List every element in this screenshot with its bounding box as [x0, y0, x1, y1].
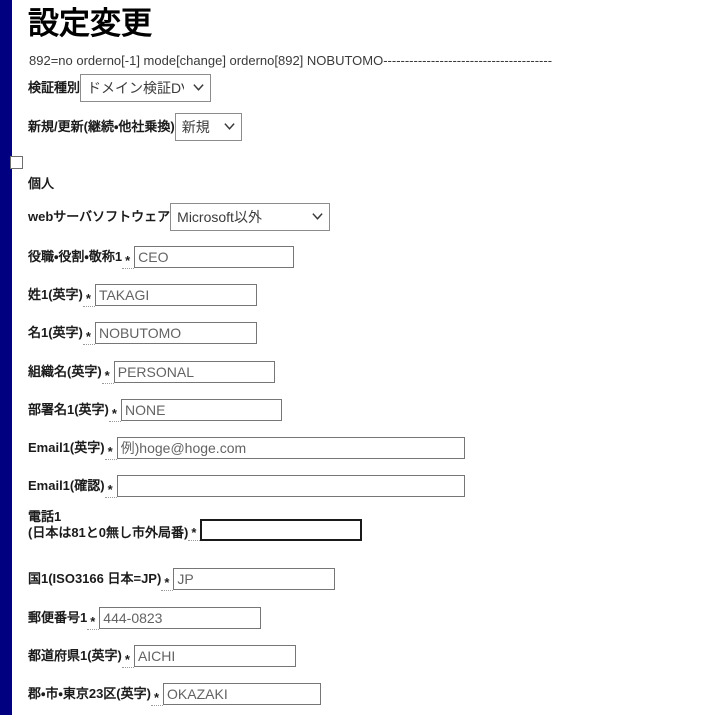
form-field-row: Email1(確認) *	[28, 474, 465, 498]
form-field-row: 郵便番号1 *	[28, 606, 262, 630]
field-label: 役職・役割・敬称1	[28, 249, 123, 264]
personal-label: 個人	[28, 176, 55, 191]
select-wrapper: 新規更新他社乗換	[174, 113, 242, 141]
form-field-row: 名1(英字) *	[28, 321, 257, 345]
required-marker: *	[121, 652, 134, 668]
text-input[interactable]	[94, 322, 257, 344]
select-wrapper: Microsoft以外Microsoft IIS	[170, 203, 331, 231]
field-label: 電話1 (日本は81と0無し市外局番)	[28, 509, 189, 540]
select-input[interactable]: ドメイン検証DV企業実在認証OVEV認証	[80, 74, 212, 102]
text-input[interactable]	[113, 361, 275, 383]
field-label: 国1(ISO3166 日本=JP)	[28, 571, 162, 586]
required-marker: *	[122, 253, 135, 269]
required-marker: *	[101, 368, 114, 384]
field-label: 都道府県1(英字)	[28, 648, 122, 663]
text-input[interactable]	[116, 475, 465, 497]
select-wrapper: ドメイン検証DV企業実在認証OVEV認証	[80, 74, 212, 102]
text-input[interactable]	[134, 246, 295, 268]
field-label: 部署名1(英字)	[28, 402, 109, 417]
debug-output-text: 892=no orderno[-1] mode[change] orderno[…	[29, 53, 553, 68]
required-marker: *	[161, 575, 174, 591]
field-label: 組織名(英字)	[28, 364, 102, 379]
page-title: 設定変更	[28, 6, 152, 41]
text-input[interactable]	[200, 519, 363, 541]
form-field-row: 電話1 (日本は81と0無し市外局番) *	[28, 501, 363, 541]
required-marker: *	[87, 614, 100, 630]
required-marker: *	[150, 690, 164, 706]
text-input[interactable]	[116, 437, 465, 459]
select-label: 検証種別	[28, 80, 81, 95]
form-field-row: 姓1(英字) *	[28, 283, 257, 307]
required-marker: *	[104, 482, 117, 498]
left-navy-rail	[0, 0, 12, 715]
required-marker: *	[108, 406, 121, 422]
form-page: 設定変更 892=no orderno[-1] mode[change] ord…	[12, 0, 701, 715]
field-label: 名1(英字)	[28, 325, 83, 340]
select-input[interactable]: 新規更新他社乗換	[174, 113, 242, 141]
field-label: Email1(英字)	[28, 440, 105, 455]
required-marker: *	[104, 444, 117, 460]
form-field-row: 部署名1(英字) *	[28, 398, 282, 422]
form-field-row: 組織名(英字) *	[28, 360, 275, 384]
form-field-row: Email1(英字) *	[28, 436, 465, 460]
text-input[interactable]	[163, 683, 322, 705]
select-input[interactable]: Microsoft以外Microsoft IIS	[170, 203, 331, 231]
text-input[interactable]	[94, 284, 257, 306]
select-label: webサーバソフトウェア	[28, 209, 171, 224]
field-label: 姓1(英字)	[28, 287, 83, 302]
field-label: 郵便番号1	[28, 610, 88, 625]
field-label: Email1(確認)	[28, 478, 105, 493]
form-field-row: 国1(ISO3166 日本=JP) *	[28, 567, 336, 591]
select-row: 新規/更新(継続・他社乗換)新規更新他社乗換	[28, 113, 242, 141]
required-marker: *	[82, 329, 95, 345]
text-input[interactable]	[133, 645, 296, 667]
form-field-row: 郡・市・東京23区(英字) *	[28, 682, 322, 706]
text-input[interactable]	[173, 568, 336, 590]
personal-checkbox[interactable]	[10, 156, 23, 169]
select-row: webサーバソフトウェアMicrosoft以外Microsoft IIS	[28, 203, 331, 231]
field-label: 郡・市・東京23区(英字)	[28, 686, 151, 701]
form-field-row: 都道府県1(英字) *	[28, 644, 296, 668]
select-label: 新規/更新(継続・他社乗換)	[28, 119, 175, 134]
required-marker: *	[82, 291, 95, 307]
select-row: 検証種別ドメイン検証DV企業実在認証OVEV認証	[28, 74, 212, 102]
form-field-row: 役職・役割・敬称1 *	[28, 245, 295, 269]
text-input[interactable]	[120, 399, 282, 421]
text-input[interactable]	[99, 607, 262, 629]
required-marker: *	[188, 525, 201, 541]
